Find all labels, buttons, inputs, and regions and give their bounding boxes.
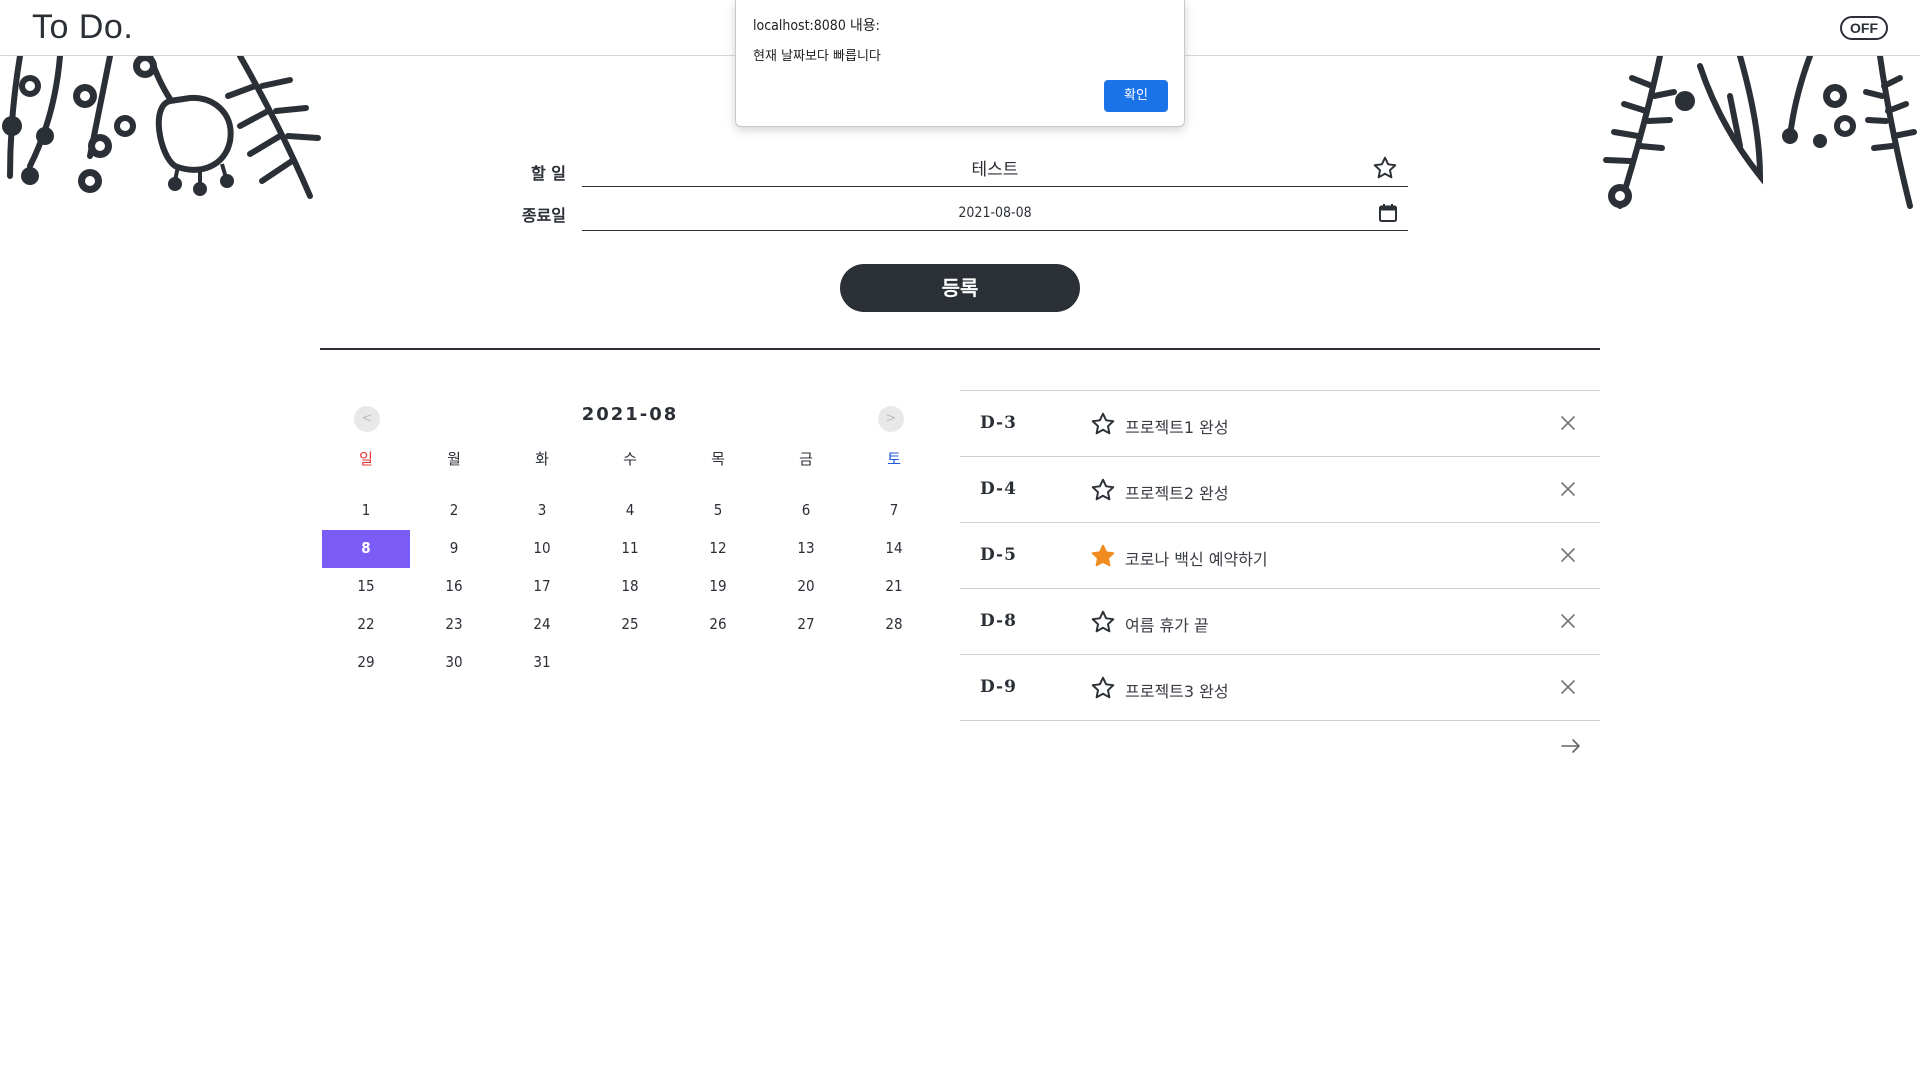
calendar-day-selected[interactable]: 8 xyxy=(322,530,410,568)
star-outline-icon[interactable] xyxy=(1090,609,1116,635)
calendar-day[interactable]: 5 xyxy=(674,492,762,530)
off-toggle-button[interactable]: OFF xyxy=(1840,16,1888,40)
task-form-row: 할 일 xyxy=(500,148,1408,198)
calendar-day[interactable]: 20 xyxy=(762,568,850,606)
calendar-day[interactable]: 9 xyxy=(410,530,498,568)
calendar-day[interactable]: 23 xyxy=(410,606,498,644)
calendar-day[interactable]: 10 xyxy=(498,530,586,568)
calendar-day[interactable]: 15 xyxy=(322,568,410,606)
star-outline-icon[interactable] xyxy=(1090,675,1116,701)
calendar-day[interactable]: 29 xyxy=(322,644,410,682)
todo-text[interactable]: 코로나 백신 예약하기 xyxy=(1125,546,1268,570)
todo-item: D-4 프로젝트2 완성 xyxy=(960,457,1600,523)
app-logo[interactable]: To Do. xyxy=(32,8,133,47)
weekday-label: 일 xyxy=(359,450,373,468)
star-outline-icon[interactable] xyxy=(1090,477,1116,503)
star-outline-icon[interactable] xyxy=(1090,411,1116,437)
floral-decoration-right-icon xyxy=(1603,56,1917,209)
calendar-day[interactable]: 25 xyxy=(586,606,674,644)
calendar-day[interactable]: 30 xyxy=(410,644,498,682)
weekday-label: 수 xyxy=(623,450,637,468)
alert-dialog: localhost:8080 내용: 현재 날짜보다 빠릅니다 확인 xyxy=(735,0,1185,127)
calendar-day[interactable]: 21 xyxy=(850,568,938,606)
calendar-day[interactable]: 11 xyxy=(586,530,674,568)
weekday-label: 월 xyxy=(447,450,461,468)
calendar-day[interactable]: 6 xyxy=(762,492,850,530)
calendar-month-title: 2021-08 xyxy=(581,404,679,425)
close-icon[interactable] xyxy=(1558,677,1578,697)
star-outline-icon[interactable] xyxy=(1372,155,1398,181)
register-button[interactable]: 등록 xyxy=(840,264,1080,312)
calendar-day[interactable]: 31 xyxy=(498,644,586,682)
calendar-next-button[interactable]: > xyxy=(878,406,904,432)
close-icon[interactable] xyxy=(1558,479,1578,499)
todo-item: D-3 프로젝트1 완성 xyxy=(960,391,1600,457)
calendar-weekday-row: 일월화수목금토 xyxy=(322,448,938,472)
alert-title: localhost:8080 내용: xyxy=(753,18,880,34)
task-input[interactable] xyxy=(582,148,1408,186)
calendar-day[interactable]: 7 xyxy=(850,492,938,530)
todo-text[interactable]: 프로젝트3 완성 xyxy=(1125,678,1229,702)
todo-text[interactable]: 프로젝트1 완성 xyxy=(1125,414,1229,438)
calendar-day[interactable]: 1 xyxy=(322,492,410,530)
todo-item: D-5 코로나 백신 예약하기 xyxy=(960,523,1600,589)
calendar-day[interactable]: 24 xyxy=(498,606,586,644)
todo-dday: D-9 xyxy=(980,677,1017,697)
due-date-field xyxy=(582,196,1408,231)
weekday-label: 금 xyxy=(799,450,813,468)
calendar-icon[interactable] xyxy=(1378,203,1398,223)
calendar-day-grid: 1 2 3 4 5 6 7 8 9 10 11 12 13 14 15 16 17 18 19 20 21 22 23 24 2… xyxy=(322,492,938,682)
arrow-right-icon[interactable] xyxy=(1560,738,1582,754)
due-date-input[interactable] xyxy=(582,196,1408,230)
close-icon[interactable] xyxy=(1558,611,1578,631)
todo-item: D-8 여름 휴가 끝 xyxy=(960,589,1600,655)
due-date-label: 종료일 xyxy=(521,206,566,225)
alert-message: 현재 날짜보다 빠릅니다 xyxy=(753,49,881,64)
star-filled-icon[interactable] xyxy=(1090,543,1116,569)
floral-decoration-left-icon xyxy=(2,56,321,199)
calendar-day[interactable]: 22 xyxy=(322,606,410,644)
close-icon[interactable] xyxy=(1558,413,1578,433)
calendar-day[interactable]: 27 xyxy=(762,606,850,644)
todo-item: D-9 프로젝트3 완성 xyxy=(960,655,1600,721)
close-icon[interactable] xyxy=(1558,545,1578,565)
todo-list: D-3 프로젝트1 완성 D-4 프로젝트2 완성 D-5 코로나 백신 예약하기 D-8 여… xyxy=(960,390,1600,721)
calendar-day[interactable]: 26 xyxy=(674,606,762,644)
weekday-label: 목 xyxy=(711,450,725,468)
calendar-prev-button[interactable]: < xyxy=(354,406,380,432)
weekday-label: 화 xyxy=(535,450,549,468)
calendar-day[interactable]: 12 xyxy=(674,530,762,568)
calendar-day[interactable]: 19 xyxy=(674,568,762,606)
calendar-day[interactable]: 14 xyxy=(850,530,938,568)
todo-text[interactable]: 프로젝트2 완성 xyxy=(1125,480,1229,504)
calendar-day[interactable]: 13 xyxy=(762,530,850,568)
todo-dday: D-4 xyxy=(980,479,1017,499)
todo-dday: D-5 xyxy=(980,545,1017,565)
calendar-day[interactable]: 17 xyxy=(498,568,586,606)
alert-ok-button[interactable]: 확인 xyxy=(1104,80,1168,112)
todo-dday: D-8 xyxy=(980,611,1017,631)
todo-dday: D-3 xyxy=(980,413,1017,433)
calendar-day[interactable]: 18 xyxy=(586,568,674,606)
calendar-day[interactable]: 16 xyxy=(410,568,498,606)
task-field xyxy=(582,148,1408,187)
task-label: 할 일 xyxy=(530,164,566,183)
calendar-day[interactable]: 3 xyxy=(498,492,586,530)
weekday-label: 토 xyxy=(887,450,901,468)
todo-text[interactable]: 여름 휴가 끝 xyxy=(1125,612,1209,636)
calendar-day[interactable]: 4 xyxy=(586,492,674,530)
calendar-day[interactable]: 28 xyxy=(850,606,938,644)
section-divider xyxy=(320,348,1600,350)
calendar-day[interactable]: 2 xyxy=(410,492,498,530)
due-date-form-row: 종료일 xyxy=(500,196,1408,246)
